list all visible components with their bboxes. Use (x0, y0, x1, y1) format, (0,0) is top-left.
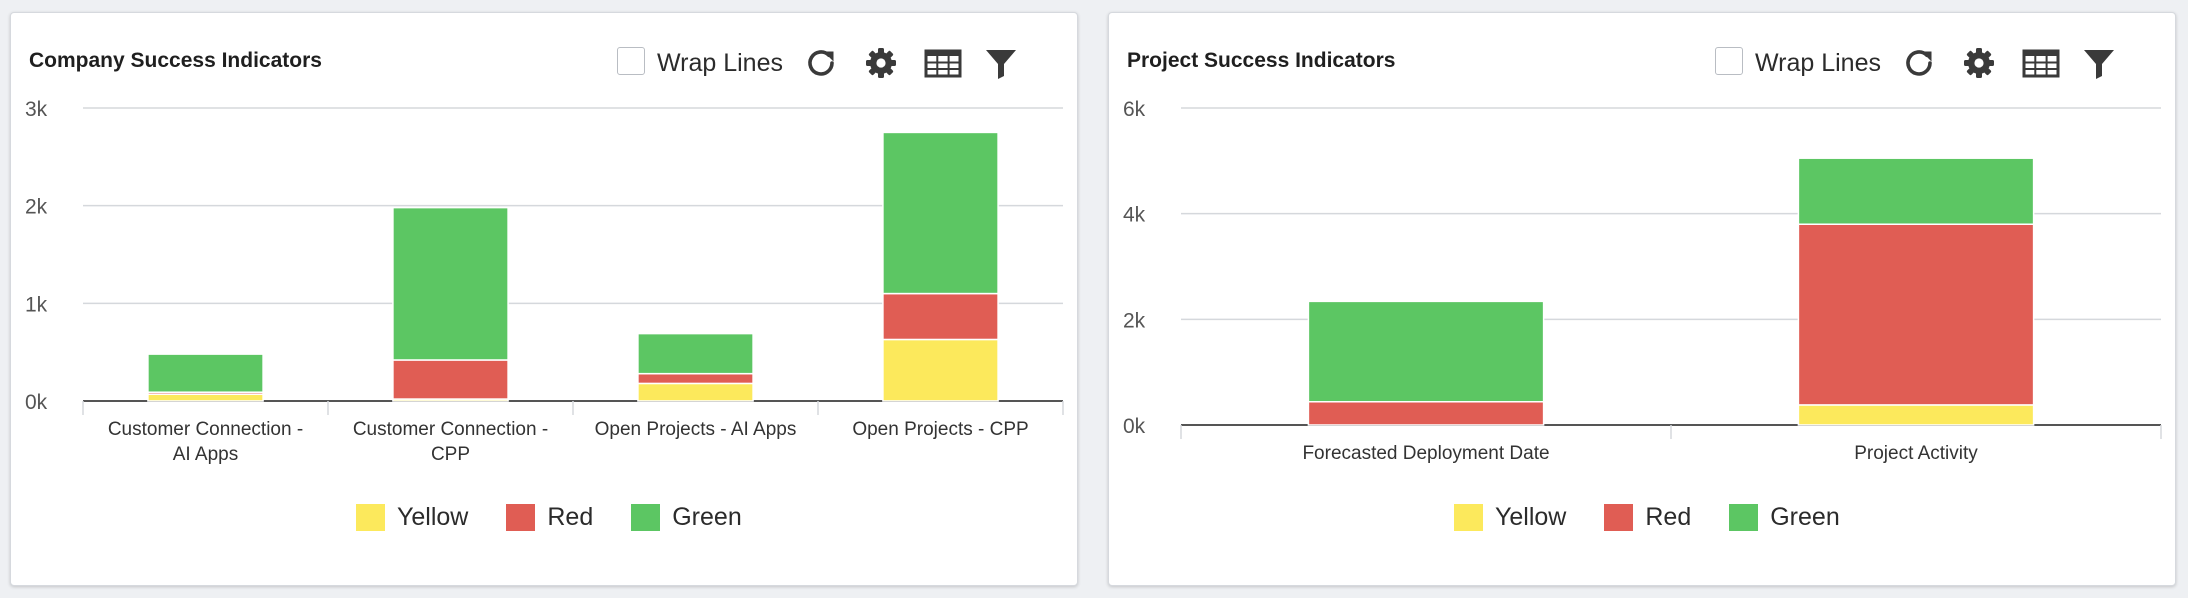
y-tick-label: 2k (1123, 309, 1146, 332)
bar-segment-red (882, 292, 999, 341)
y-tick-label: 4k (1123, 204, 1146, 227)
legend-swatch-green (631, 503, 661, 531)
bar-segment-green (1307, 300, 1545, 403)
x-tick-label: AI Apps (173, 444, 239, 465)
project-success-card: Project Success Indicators Wrap Lines 0k… (1108, 12, 2176, 586)
x-tick-label: Customer Connection - (108, 419, 303, 440)
legend-swatch-red (1604, 503, 1634, 531)
legend-swatch-yellow (356, 503, 385, 531)
x-tick-label: CPP (431, 444, 470, 465)
legend-label: Red (1645, 502, 1692, 531)
bar-segment-green (1797, 157, 2035, 225)
bar-segment-red (637, 372, 754, 385)
bar-segment-green (637, 332, 754, 375)
x-tick-label: Customer Connection - (353, 419, 548, 440)
y-tick-label: 0k (25, 391, 48, 414)
bar-segment-green (882, 131, 999, 295)
legend-item-yellow[interactable]: Yellow (1454, 497, 1566, 537)
legend-swatch-red (506, 503, 536, 531)
legend-label: Green (1770, 502, 1840, 531)
chart-legend: Yellow Red Green (356, 497, 742, 537)
bar-segment-green (392, 206, 509, 361)
legend-label: Green (672, 502, 742, 531)
x-tick-label: Project Activity (1854, 443, 1978, 464)
bar-segment-yellow (882, 338, 999, 402)
legend-label: Red (547, 502, 594, 531)
legend-swatch-yellow (1454, 503, 1483, 531)
legend-item-yellow[interactable]: Yellow (356, 497, 468, 537)
y-tick-label: 6k (1123, 98, 1146, 121)
x-tick-label: Open Projects - CPP (852, 419, 1028, 440)
x-tick-label: Forecasted Deployment Date (1302, 443, 1549, 464)
legend-item-red[interactable]: Red (1604, 497, 1691, 537)
bar-segment-yellow (147, 393, 264, 402)
legend-label: Yellow (1495, 502, 1567, 531)
legend-swatch-green (1729, 503, 1759, 531)
legend-item-red[interactable]: Red (506, 497, 593, 537)
y-tick-label: 3k (25, 98, 48, 121)
bar-segment-yellow (637, 382, 754, 402)
bar-segment-green (147, 353, 264, 393)
chart-legend: Yellow Red Green (1454, 497, 1840, 537)
legend-item-green[interactable]: Green (631, 497, 742, 537)
y-tick-label: 0k (1123, 415, 1146, 438)
bar-segment-red (392, 359, 509, 400)
y-tick-label: 2k (25, 196, 48, 219)
company-success-card: Company Success Indicators Wrap Lines 0k… (10, 12, 1078, 586)
bar-segment-yellow (1797, 404, 2035, 426)
y-tick-label: 1k (25, 293, 48, 316)
bar-segment-red (1797, 223, 2035, 406)
x-tick-label: Open Projects - AI Apps (595, 419, 797, 440)
legend-label: Yellow (397, 502, 469, 531)
legend-item-green[interactable]: Green (1729, 497, 1840, 537)
bar-segment-red (1307, 401, 1545, 426)
